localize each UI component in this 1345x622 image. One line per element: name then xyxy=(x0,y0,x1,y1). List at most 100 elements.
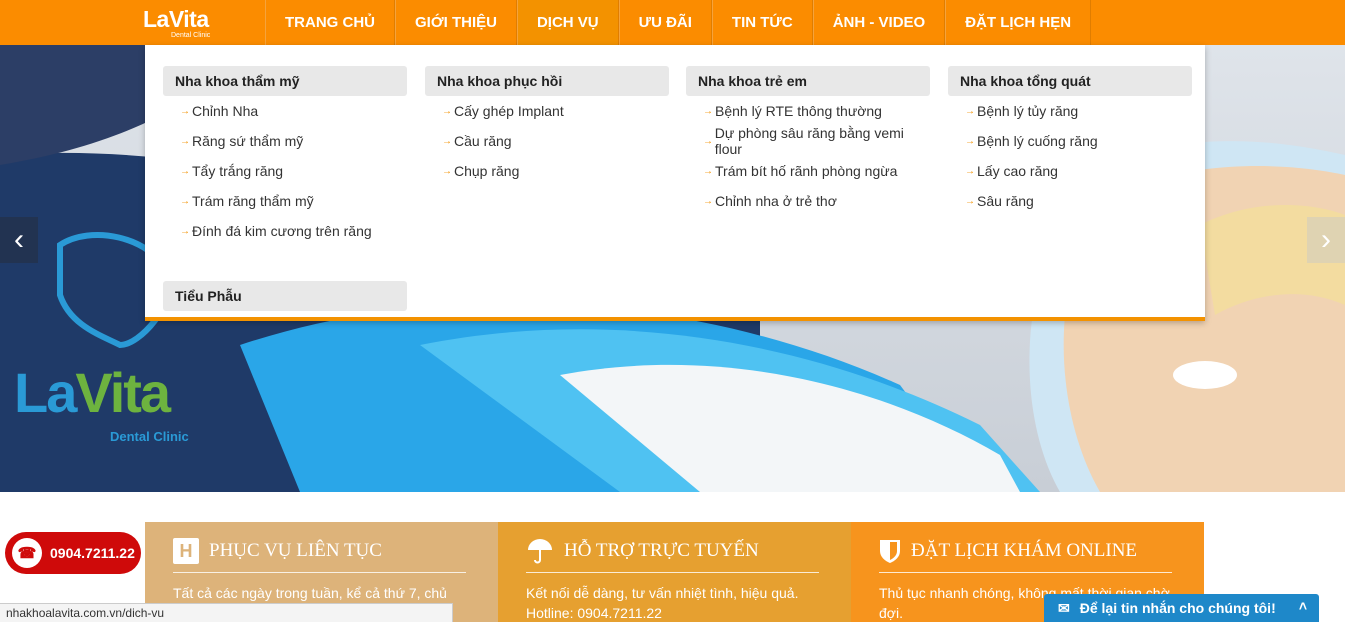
menu-item-label: Cấy ghép Implant xyxy=(454,103,564,119)
feature-hotline: Hotline: 0904.7211.22 xyxy=(526,605,662,621)
menu-item-label: Đính đá kim cương trên răng xyxy=(192,223,372,239)
menu-list: → Bệnh lý tủy răng → Bệnh lý cuống răng → L… xyxy=(948,96,1192,216)
menu-item[interactable]: → Cầu răng xyxy=(425,126,669,156)
arrow-bullet-icon: → xyxy=(442,135,452,147)
menu-list: → Bệnh lý RTE thông thường → Dự phòng sâu … xyxy=(686,96,930,216)
menu-item-label: Tẩy trắng răng xyxy=(192,163,284,179)
arrow-bullet-icon: → xyxy=(965,135,975,147)
hero-logo: LaVita xyxy=(14,360,171,425)
arrow-bullet-icon: → xyxy=(180,105,190,117)
menu-item-label: Chỉnh nha ở trẻ thơ xyxy=(715,193,837,209)
menu-list: → Chỉnh Nha → Răng sứ thẩm mỹ → Tẩy trắng r… xyxy=(163,96,407,246)
menu-item-label: Cầu răng xyxy=(454,133,512,149)
hospital-h-icon: H xyxy=(173,538,199,564)
feature-title: HỖ TRỢ TRỰC TUYẾN xyxy=(564,540,759,561)
feature-text: Kết nối dễ dàng, tư vấn nhiệt tình, hiệu… xyxy=(526,585,799,601)
menu-column-title[interactable]: Nha khoa phục hồi xyxy=(425,66,669,96)
menu-list: → Cấy ghép Implant → Cầu răng → Chụp răng xyxy=(425,96,669,186)
hotline-number: 0904.7211.22 xyxy=(50,545,135,561)
menu-item[interactable]: → Tẩy trắng răng xyxy=(163,156,407,186)
chevron-right-icon: › xyxy=(1321,223,1331,256)
arrow-bullet-icon: → xyxy=(180,165,190,177)
divider xyxy=(879,572,1172,573)
arrow-bullet-icon: → xyxy=(703,105,713,117)
nav-item-trang-chu[interactable]: TRANG CHỦ xyxy=(265,0,395,45)
menu-item[interactable]: → Lấy cao răng xyxy=(948,156,1192,186)
menu-column-title[interactable]: Tiểu Phẫu xyxy=(163,281,407,311)
arrow-bullet-icon: → xyxy=(965,105,975,117)
site-logo[interactable]: LaVita Dental Clinic xyxy=(143,6,233,40)
divider xyxy=(173,572,466,573)
nav-item-tin-tuc[interactable]: TIN TỨC xyxy=(711,0,813,45)
menu-item-label: Chỉnh Nha xyxy=(192,103,259,119)
chat-widget-button[interactable]: ✉ Để lại tin nhắn cho chúng tôi! ˄ xyxy=(1044,594,1319,622)
feature-title: PHỤC VỤ LIÊN TỤC xyxy=(209,540,382,561)
menu-column-title[interactable]: Nha khoa tổng quát xyxy=(948,66,1192,96)
menu-item-label: Trám bít hố rãnh phòng ngừa xyxy=(715,163,898,179)
chat-label: Để lại tin nhắn cho chúng tôi! xyxy=(1079,600,1276,616)
hero-logo-subtitle: Dental Clinic xyxy=(110,429,189,444)
slider-prev-button[interactable]: ‹ xyxy=(0,217,38,263)
arrow-bullet-icon: → xyxy=(442,105,452,117)
feature-heading: ĐẶT LỊCH KHÁM ONLINE xyxy=(879,537,1204,565)
arrow-bullet-icon: → xyxy=(180,225,190,237)
arrow-bullet-icon: → xyxy=(442,165,452,177)
hotline-button[interactable]: ☎ 0904.7211.22 xyxy=(5,532,141,574)
nav-item-anh-video[interactable]: ẢNH - VIDEO xyxy=(812,0,946,45)
menu-column-phuc-hoi: Nha khoa phục hồi → Cấy ghép Implant → Cầu… xyxy=(425,66,669,186)
nav-item-dat-lich-hen[interactable]: ĐẶT LỊCH HẸN xyxy=(945,0,1092,45)
chevron-left-icon: ‹ xyxy=(14,223,24,256)
chevron-up-icon: ˄ xyxy=(1298,598,1307,614)
feature-heading: HỖ TRỢ TRỰC TUYẾN xyxy=(526,537,851,565)
hero-logo-la: La xyxy=(14,361,77,424)
menu-item-label: Trám răng thẩm mỹ xyxy=(192,193,314,209)
menu-column-tham-my: Nha khoa thẩm mỹ → Chỉnh Nha → Răng sứ thẩ… xyxy=(163,66,407,246)
menu-item-label: Răng sứ thẩm mỹ xyxy=(192,133,304,149)
arrow-bullet-icon: → xyxy=(965,195,975,207)
envelope-icon: ✉ xyxy=(1058,599,1070,616)
nav-item-uu-dai[interactable]: ƯU ĐÃI xyxy=(618,0,712,45)
nav-item-gioi-thieu[interactable]: GIỚI THIỆU xyxy=(395,0,517,45)
top-navbar: LaVita Dental Clinic TRANG CHỦ GIỚI THIỆ… xyxy=(0,0,1345,45)
feature-heading: H PHỤC VỤ LIÊN TỤC xyxy=(173,537,498,565)
menu-item-label: Chụp răng xyxy=(454,163,520,179)
menu-item[interactable]: → Bệnh lý cuống răng xyxy=(948,126,1192,156)
menu-item[interactable]: → Chỉnh nha ở trẻ thơ xyxy=(686,186,930,216)
menu-item[interactable]: → Đính đá kim cương trên răng xyxy=(163,216,407,246)
services-mega-menu: Nha khoa thẩm mỹ → Chỉnh Nha → Răng sứ thẩ… xyxy=(145,45,1205,321)
hero-logo-vita: Vita xyxy=(75,361,171,424)
slider-next-button[interactable]: › xyxy=(1307,217,1345,263)
arrow-bullet-icon: → xyxy=(703,165,713,177)
menu-column-tong-quat: Nha khoa tổng quát → Bệnh lý tủy răng → Bệ… xyxy=(948,66,1192,216)
menu-item[interactable]: → Sâu răng xyxy=(948,186,1192,216)
logo-subtitle: Dental Clinic xyxy=(171,32,211,39)
menu-item-label: Sâu răng xyxy=(977,193,1034,209)
menu-column-title[interactable]: Nha khoa thẩm mỹ xyxy=(163,66,407,96)
divider xyxy=(526,572,819,573)
menu-item[interactable]: → Trám răng thẩm mỹ xyxy=(163,186,407,216)
menu-column-tre-em: Nha khoa trẻ em → Bệnh lý RTE thông thườn… xyxy=(686,66,930,216)
menu-item-label: Dự phòng sâu răng bằng vemi flour xyxy=(714,125,904,157)
arrow-bullet-icon: → xyxy=(965,165,975,177)
menu-item[interactable]: → Bệnh lý tủy răng xyxy=(948,96,1192,126)
feature-title: ĐẶT LỊCH KHÁM ONLINE xyxy=(911,540,1138,561)
menu-column-tieu-phau: Tiểu Phẫu xyxy=(163,281,407,311)
menu-item-label: Bệnh lý tủy răng xyxy=(977,103,1079,119)
menu-item-label: Bệnh lý RTE thông thường xyxy=(715,103,882,119)
menu-item[interactable]: → Chỉnh Nha xyxy=(163,96,407,126)
umbrella-icon xyxy=(526,537,554,565)
menu-column-title[interactable]: Nha khoa trẻ em xyxy=(686,66,930,96)
phone-icon: ☎ xyxy=(12,538,42,568)
menu-item[interactable]: → Dự phòng sâu răng bằng vemi flour xyxy=(686,125,930,157)
main-nav: TRANG CHỦ GIỚI THIỆU DỊCH VỤ ƯU ĐÃI TIN … xyxy=(265,0,1092,45)
menu-item[interactable]: → Trám bít hố rãnh phòng ngừa xyxy=(686,156,930,186)
menu-item[interactable]: → Cấy ghép Implant xyxy=(425,96,669,126)
arrow-bullet-icon: → xyxy=(180,195,190,207)
nav-item-dich-vu[interactable]: DỊCH VỤ xyxy=(516,0,619,45)
browser-status-url: nhakhoalavita.com.vn/dich-vu xyxy=(0,603,453,622)
arrow-bullet-icon: → xyxy=(703,195,713,207)
menu-item[interactable]: → Bệnh lý RTE thông thường xyxy=(686,96,930,126)
arrow-bullet-icon: → xyxy=(703,135,713,147)
menu-item[interactable]: → Răng sứ thẩm mỹ xyxy=(163,126,407,156)
menu-item[interactable]: → Chụp răng xyxy=(425,156,669,186)
